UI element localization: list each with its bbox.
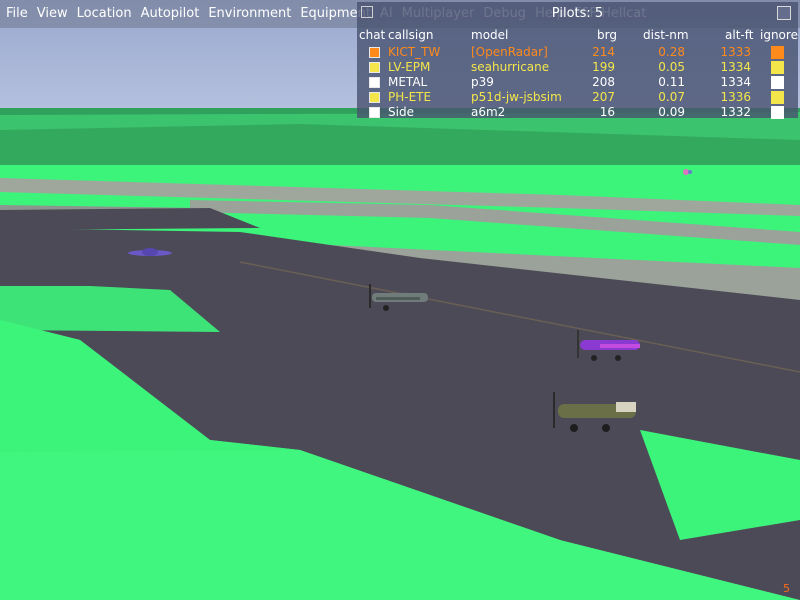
ignore-checkbox[interactable] xyxy=(771,106,784,119)
pilot-row: METAL p39 208 0.11 1334 xyxy=(357,75,798,90)
pilot-bearing: 16 xyxy=(599,105,615,119)
pilot-altitude: 1334 xyxy=(720,60,751,74)
chat-checkbox[interactable] xyxy=(369,77,380,88)
pilot-distance: 0.07 xyxy=(658,90,685,104)
menu-location[interactable]: Location xyxy=(74,0,135,28)
ignore-checkbox[interactable] xyxy=(771,61,784,74)
header-model[interactable]: model xyxy=(471,28,508,43)
pilot-bearing: 199 xyxy=(592,60,615,74)
pilot-callsign: METAL xyxy=(388,75,428,89)
header-callsign[interactable]: callsign xyxy=(388,28,433,43)
chat-checkbox[interactable] xyxy=(369,62,380,73)
pilot-bearing: 208 xyxy=(592,75,615,89)
header-ignore[interactable]: ignore xyxy=(760,28,798,43)
pilot-list-dialog: Pilots: 5 chat callsign model brg dist-n… xyxy=(357,2,798,120)
pilot-model: p51d-jw-jsbsim xyxy=(471,90,562,104)
header-alt[interactable]: alt-ft xyxy=(725,28,753,43)
pilot-distance: 0.11 xyxy=(658,75,685,89)
menu-file[interactable]: File xyxy=(3,0,31,28)
pilot-altitude: 1336 xyxy=(720,90,751,104)
pilot-model: seahurricane xyxy=(471,60,550,74)
pilot-list-title: Pilots: 5 xyxy=(551,6,604,21)
ignore-checkbox[interactable] xyxy=(771,46,784,59)
menu-environment[interactable]: Environment xyxy=(205,0,294,28)
pilot-distance: 0.28 xyxy=(658,45,685,59)
pilot-row: KICT_TW [OpenRadar] 214 0.28 1333 xyxy=(357,45,798,60)
pilot-distance: 0.09 xyxy=(658,105,685,119)
pilot-callsign: Side xyxy=(388,105,414,119)
header-chat[interactable]: chat xyxy=(359,28,385,43)
menu-autopilot[interactable]: Autopilot xyxy=(138,0,203,28)
pilot-row: LV-EPM seahurricane 199 0.05 1334 xyxy=(357,60,798,75)
pilot-model: p39 xyxy=(471,75,494,89)
header-brg[interactable]: brg xyxy=(597,28,617,43)
ignore-checkbox[interactable] xyxy=(771,91,784,104)
pilot-model: a6m2 xyxy=(471,105,506,119)
pilot-row: PH-ETE p51d-jw-jsbsim 207 0.07 1336 xyxy=(357,90,798,105)
pilot-bearing: 214 xyxy=(592,45,615,59)
pilot-bearing: 207 xyxy=(592,90,615,104)
ignore-checkbox[interactable] xyxy=(771,76,784,89)
header-dist[interactable]: dist-nm xyxy=(643,28,689,43)
pilot-callsign: PH-ETE xyxy=(388,90,432,104)
frame-rate-counter: 5 xyxy=(783,582,790,595)
chat-checkbox[interactable] xyxy=(369,107,380,118)
close-button[interactable] xyxy=(777,6,791,20)
pilot-altitude: 1333 xyxy=(720,45,751,59)
pilot-distance: 0.05 xyxy=(658,60,685,74)
pilot-model: [OpenRadar] xyxy=(471,45,548,59)
chat-checkbox[interactable] xyxy=(369,92,380,103)
chat-checkbox[interactable] xyxy=(369,47,380,58)
pilot-altitude: 1332 xyxy=(720,105,751,119)
pilot-altitude: 1334 xyxy=(720,75,751,89)
menu-view[interactable]: View xyxy=(34,0,71,28)
pilot-callsign: KICT_TW xyxy=(388,45,441,59)
pilot-row: Side a6m2 16 0.09 1332 xyxy=(357,105,798,120)
pilot-callsign: LV-EPM xyxy=(388,60,431,74)
